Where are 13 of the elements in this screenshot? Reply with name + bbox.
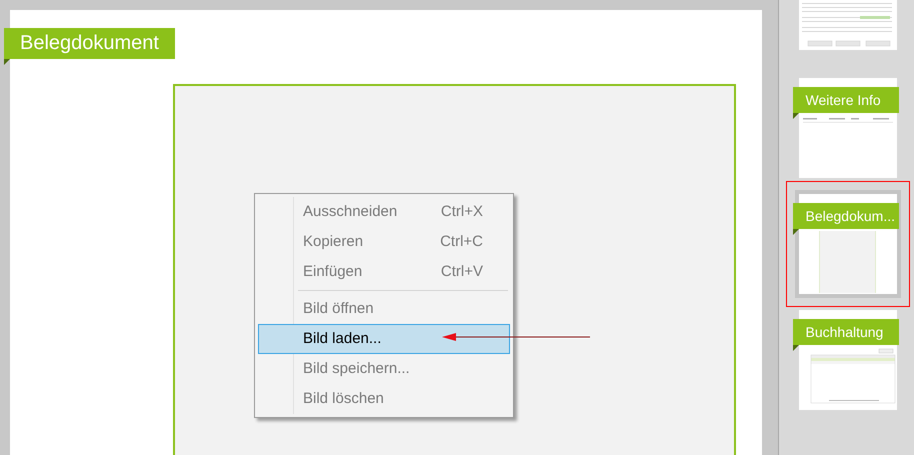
fold-icon — [792, 229, 798, 235]
thumbnail-title: Belegdokum... — [792, 203, 898, 229]
thumbnail-title: Buchhaltung — [792, 319, 898, 345]
shortcut: Ctrl+V — [440, 262, 483, 282]
image-area-preview — [819, 231, 876, 293]
fold-icon — [792, 345, 798, 351]
fold-icon — [792, 113, 798, 119]
shortcut: Ctrl+C — [440, 232, 483, 252]
fold-icon — [4, 59, 10, 65]
section-title: Belegdokument — [4, 28, 175, 59]
shortcut: Ctrl+X — [440, 202, 483, 222]
thumbnail-title: Weitere Info — [792, 87, 898, 113]
menu-item[interactable]: Bild laden... — [258, 324, 510, 354]
